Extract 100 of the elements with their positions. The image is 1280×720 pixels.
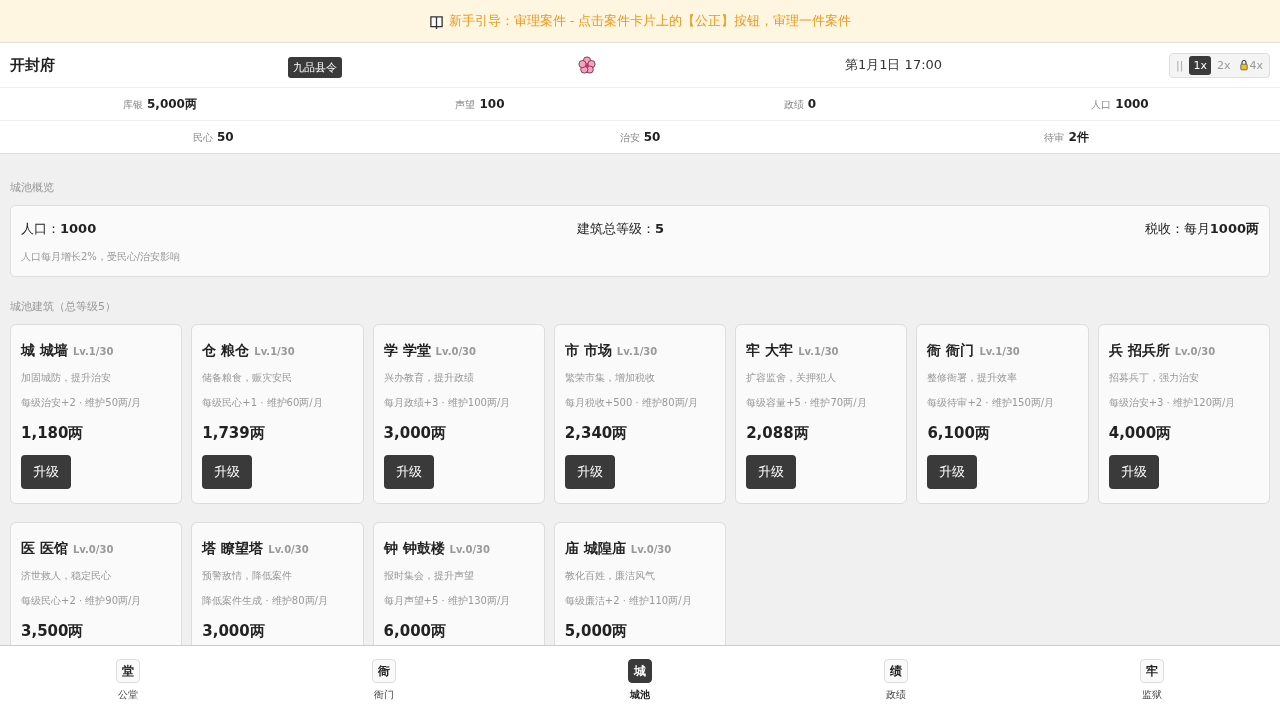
building-effect: 每级廉洁+2 · 维护110两/月 bbox=[564, 594, 693, 608]
stat-value: 1000 bbox=[1115, 96, 1149, 111]
building-level: Lv.0/30 bbox=[73, 544, 114, 555]
overview-label: 人口： bbox=[21, 221, 60, 236]
upgrade-button[interactable]: 升级 bbox=[21, 455, 71, 489]
building-effect: 每级容量+5 · 维护70两/月 bbox=[746, 396, 868, 410]
building-level: Lv.0/30 bbox=[1174, 346, 1216, 357]
building-glyph: 钟 bbox=[383, 540, 398, 558]
nav-tab-icon[interactable]: 堂 bbox=[116, 659, 140, 683]
upgrade-button[interactable]: 升级 bbox=[927, 455, 978, 489]
building-description: 扩容监舍，关押犯人 bbox=[746, 371, 838, 385]
nav-tab[interactable]: 衙门 bbox=[374, 688, 394, 702]
stat-value: 2件 bbox=[1068, 128, 1089, 146]
building-effect: 每月政绩+3 · 维护100两/月 bbox=[383, 396, 512, 410]
building-level: Lv.1/30 bbox=[616, 346, 658, 357]
overview-value: 1000两 bbox=[1209, 221, 1259, 236]
building-level: Lv.1/30 bbox=[73, 346, 114, 357]
building-effect: 每级民心+2 · 维护90两/月 bbox=[21, 594, 143, 608]
nav-tab-icon[interactable]: 牢 bbox=[1140, 659, 1164, 683]
building-effect: 每月税收+500 · 维护80两/月 bbox=[564, 396, 699, 410]
building-name: 城隍庙 bbox=[583, 540, 626, 558]
nav-tab[interactable]: 监狱 bbox=[1142, 688, 1162, 702]
building-name: 医馆 bbox=[40, 540, 68, 558]
building-description: 济世救人，稳定民心 bbox=[21, 569, 112, 583]
overview-note: 人口每月增长2%，受民心/治安影响 bbox=[21, 250, 182, 264]
stat-label: 民心 bbox=[192, 130, 213, 145]
nav-tab-icon[interactable]: 城 bbox=[628, 659, 652, 683]
date-text: 第1月1日 17:00 bbox=[843, 56, 944, 74]
building-level: Lv.0/30 bbox=[435, 346, 476, 357]
building-level: Lv.1/30 bbox=[798, 346, 839, 357]
rank-badge: 九品县令 bbox=[288, 56, 342, 78]
upgrade-price: 1,180两 bbox=[21, 424, 85, 443]
section-heading: 城池建筑（总等级5） bbox=[10, 299, 117, 314]
building-name: 瞭望塔 bbox=[221, 540, 264, 558]
overview-value: 5 bbox=[654, 221, 664, 236]
building-name: 学堂 bbox=[402, 342, 431, 360]
building-name: 大牢 bbox=[765, 342, 794, 360]
speed-button[interactable]: 1x bbox=[1189, 55, 1211, 75]
nav-tab[interactable]: 公堂 bbox=[118, 688, 138, 702]
building-glyph: 市 bbox=[564, 342, 579, 360]
building-description: 教化百姓，廉洁风气 bbox=[564, 569, 656, 583]
stat-label: 人口 bbox=[1091, 97, 1112, 112]
building-description: 报时集会，提升声望 bbox=[383, 569, 475, 583]
upgrade-button[interactable]: 升级 bbox=[1108, 455, 1159, 489]
nav-tab-icon[interactable]: 绩 bbox=[884, 659, 908, 683]
building-name: 招兵所 bbox=[1127, 342, 1170, 360]
overview-value: 1000 bbox=[60, 221, 97, 236]
building-glyph: 牢 bbox=[746, 342, 761, 360]
overview-label: 建筑总等级： bbox=[576, 221, 655, 236]
upgrade-button[interactable]: 升级 bbox=[564, 455, 615, 489]
upgrade-price: 4,000两 bbox=[1108, 424, 1173, 443]
nav-tab-icon[interactable]: 衙 bbox=[372, 659, 396, 683]
stat-value: 100 bbox=[479, 96, 505, 111]
guide-text: 新手引导：审理案件 - 点击案件卡片上的【公正】按钮，审理一件案件 bbox=[448, 12, 852, 30]
section-heading: 城池概览 bbox=[10, 180, 55, 195]
building-glyph: 城 bbox=[21, 342, 35, 360]
upgrade-price: 3,000两 bbox=[383, 424, 447, 443]
upgrade-button[interactable]: 升级 bbox=[383, 455, 434, 489]
nav-tab[interactable]: 城池 bbox=[630, 688, 650, 702]
building-description: 招募兵丁，强力治安 bbox=[1108, 371, 1200, 385]
stat-label: 声望 bbox=[455, 97, 476, 112]
building-name: 钟鼓楼 bbox=[402, 540, 445, 558]
upgrade-price: 3,500两 bbox=[21, 622, 85, 641]
building-description: 预警敌情，降低案件 bbox=[202, 569, 294, 583]
stat-label: 政绩 bbox=[783, 97, 804, 112]
upgrade-price: 6,000两 bbox=[383, 622, 447, 641]
stat-value: 50 bbox=[216, 129, 234, 144]
upgrade-price: 5,000两 bbox=[564, 622, 629, 641]
stat-value: 5,000两 bbox=[147, 95, 197, 113]
building-level: Lv.1/30 bbox=[254, 346, 295, 357]
overview-label: 税收：每月 bbox=[1144, 221, 1210, 236]
building-effect: 每级治安+3 · 维护120两/月 bbox=[1108, 396, 1237, 410]
building-effect: 每月声望+5 · 维护130两/月 bbox=[383, 594, 512, 608]
upgrade-button[interactable]: 升级 bbox=[746, 455, 797, 489]
building-level: Lv.0/30 bbox=[630, 544, 672, 555]
nav-tab[interactable]: 政绩 bbox=[886, 688, 906, 702]
building-level: Lv.0/30 bbox=[268, 544, 309, 555]
stat-label: 待审 bbox=[1044, 130, 1065, 145]
upgrade-button[interactable]: 升级 bbox=[202, 455, 253, 489]
building-glyph: 塔 bbox=[202, 540, 217, 558]
building-name: 城墙 bbox=[40, 342, 68, 360]
building-glyph: 学 bbox=[383, 342, 398, 360]
building-level: Lv.0/30 bbox=[449, 544, 490, 555]
building-glyph: 庙 bbox=[564, 540, 579, 558]
upgrade-price: 2,340两 bbox=[564, 424, 629, 443]
building-effect: 每级待审+2 · 维护150两/月 bbox=[927, 396, 1056, 410]
stat-value: 50 bbox=[643, 129, 661, 144]
building-description: 加固城防，提升治安 bbox=[21, 371, 112, 385]
upgrade-price: 6,100两 bbox=[927, 424, 991, 443]
upgrade-price: 3,000两 bbox=[202, 622, 266, 641]
building-description: 储备粮食，赈灾安民 bbox=[202, 371, 294, 385]
building-description: 兴办教育，提升政绩 bbox=[383, 371, 475, 385]
city-title: 开封府 bbox=[10, 55, 56, 75]
building-level: Lv.1/30 bbox=[979, 346, 1020, 357]
stat-label: 库银 bbox=[123, 97, 143, 112]
building-name: 市场 bbox=[583, 342, 612, 360]
building-glyph: 兵 bbox=[1108, 342, 1123, 360]
stat-label: 治安 bbox=[619, 130, 640, 145]
stat-value: 0 bbox=[807, 96, 817, 111]
building-glyph: 仓 bbox=[202, 342, 217, 360]
